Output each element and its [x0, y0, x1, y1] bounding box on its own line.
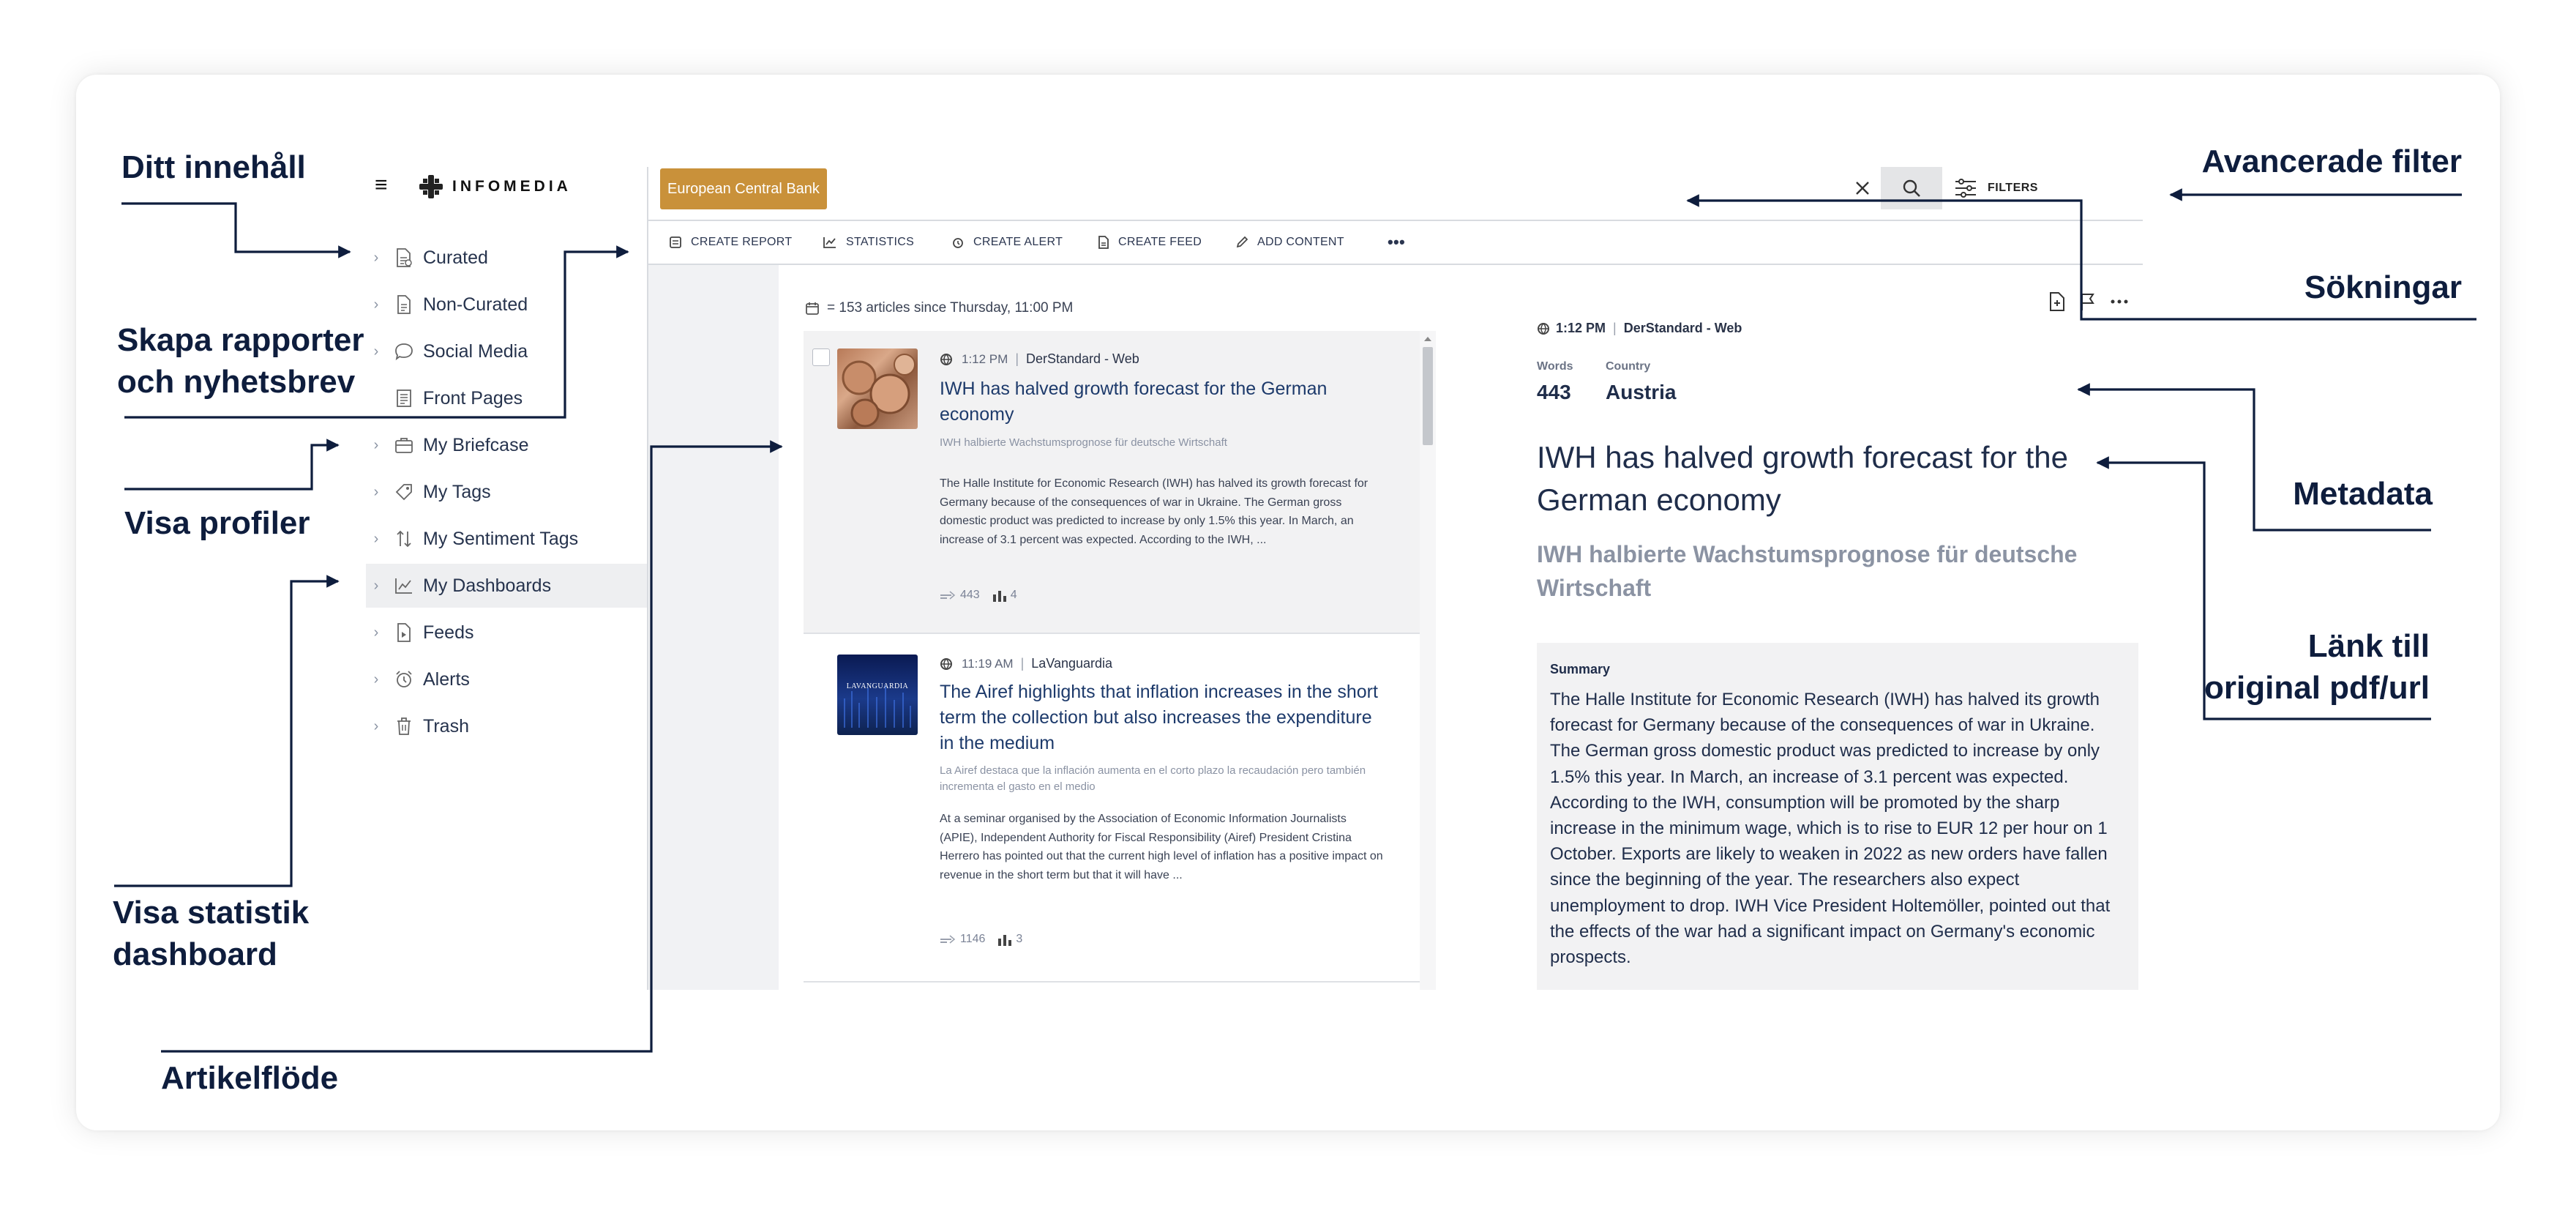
connector-visa-profiler [124, 439, 340, 491]
connector-metadata [2077, 383, 2431, 532]
annotation-connectors [114, 188, 2476, 1053]
connector-artikelflode [161, 440, 783, 1053]
connector-sokningar [1686, 194, 2476, 321]
connector-lank-original [2096, 456, 2431, 720]
connector-skapa-rapporter [124, 245, 629, 419]
connector-visa-statistik [114, 575, 340, 887]
connector-ditt-innehall [121, 202, 351, 258]
